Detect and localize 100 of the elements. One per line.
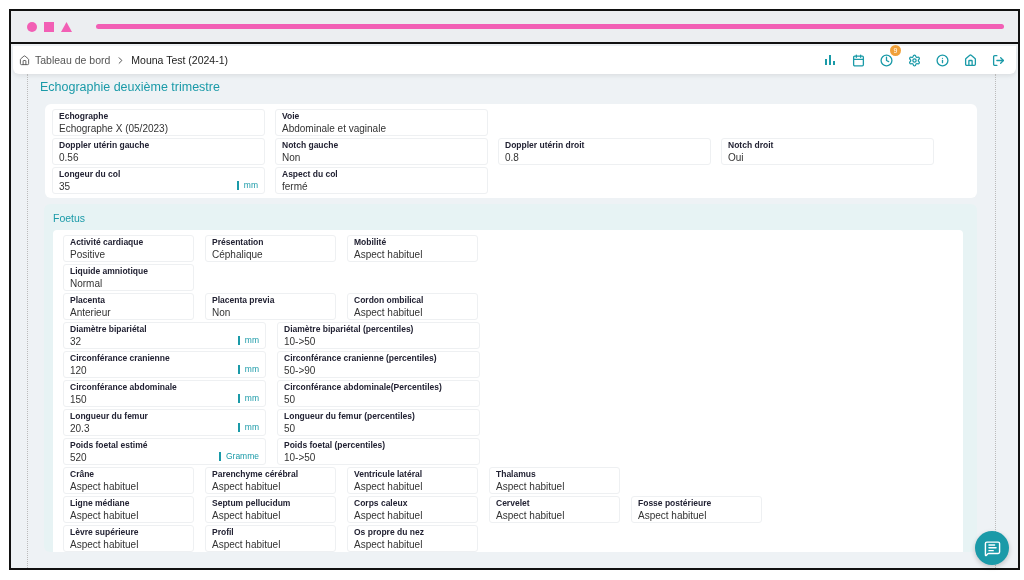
field-label: Cordon ombilical xyxy=(354,295,425,306)
input-field[interactable]: Ventricule latéral Aspect habituel xyxy=(347,467,478,494)
input-field[interactable]: Aspect du col fermé xyxy=(275,167,488,194)
settings-icon xyxy=(907,53,921,67)
field-label: Mobilité xyxy=(354,237,388,248)
input-field[interactable]: Poids foetal estimé 520 Gramme xyxy=(63,438,266,465)
field-value: Aspect habituel xyxy=(212,538,281,551)
field-label: Fosse postérieure xyxy=(638,498,713,509)
toolbar-button[interactable] xyxy=(934,52,950,68)
input-field[interactable]: Doppler utérin gauche 0.56 xyxy=(52,138,265,165)
field-label: Notch droit xyxy=(728,140,775,151)
input-field[interactable]: Longueur du femur 20.3 mm xyxy=(63,409,266,436)
field-value: Aspect habituel xyxy=(212,480,281,493)
field-label: Longeur du col xyxy=(59,169,122,180)
input-field[interactable]: Liquide amniotique Normal xyxy=(63,264,194,291)
input-field[interactable]: Doppler utérin droit 0.8 xyxy=(498,138,711,165)
field-label: Lèvre supérieure xyxy=(70,527,140,538)
field-value: Aspect habituel xyxy=(496,509,565,522)
input-field[interactable]: Voie Abdominale et vaginale xyxy=(275,109,488,136)
field-value: 120 xyxy=(70,364,87,377)
input-field[interactable]: Cervelet Aspect habituel xyxy=(489,496,620,523)
field-value: 50 xyxy=(284,422,296,435)
input-field[interactable]: Longueur du femur (percentiles) 50 xyxy=(277,409,480,436)
field-value: Oui xyxy=(728,151,744,164)
input-field[interactable]: Diamètre bipariétal (percentiles) 10->50 xyxy=(277,322,480,349)
toolbar-button[interactable] xyxy=(878,52,894,68)
field-value: Non xyxy=(282,151,301,164)
input-field[interactable]: Profil Aspect habituel xyxy=(205,525,336,552)
input-field[interactable]: Circonférance abdominale 150 mm xyxy=(63,380,266,407)
field-value: 50->90 xyxy=(284,364,316,377)
field-label: Notch gauche xyxy=(282,140,340,151)
input-field[interactable]: Ligne médiane Aspect habituel xyxy=(63,496,194,523)
circle-icon xyxy=(27,21,37,32)
home-icon xyxy=(19,54,30,66)
home-icon xyxy=(963,53,977,67)
panel-title: Foetus xyxy=(53,212,87,224)
input-field[interactable]: Thalamus Aspect habituel xyxy=(489,467,620,494)
field-value: Normal xyxy=(70,277,103,290)
field-value: 150 xyxy=(70,393,87,406)
field-label: Placenta xyxy=(70,295,106,306)
field-value: Aspect habituel xyxy=(70,509,139,522)
input-field[interactable]: Longeur du col 35 mm xyxy=(52,167,265,194)
field-value: 0.56 xyxy=(59,151,79,164)
field-label: Circonférance cranienne xyxy=(70,353,171,364)
input-field[interactable]: Placenta Anterieur xyxy=(63,293,194,320)
field-value: Aspect habituel xyxy=(354,248,423,261)
input-field[interactable]: Fosse postérieure Aspect habituel xyxy=(631,496,762,523)
toolbar-button[interactable] xyxy=(962,52,978,68)
field-value: Aspect habituel xyxy=(70,538,139,551)
input-field[interactable]: Notch gauche Non xyxy=(275,138,488,165)
field-label: Longueur du femur (percentiles) xyxy=(284,411,416,422)
input-field[interactable]: Cordon ombilical Aspect habituel xyxy=(347,293,478,320)
breadcrumb-link[interactable]: Mouna Test (2024-1) xyxy=(131,54,228,66)
input-field[interactable]: Circonférance cranienne (percentiles) 50->90 xyxy=(277,351,480,378)
input-field[interactable]: Notch droit Oui xyxy=(721,138,934,165)
toolbar-button[interactable] xyxy=(906,52,922,68)
field-label: Placenta previa xyxy=(212,295,276,306)
input-field[interactable]: Circonférance cranienne 120 mm xyxy=(63,351,266,378)
square-icon xyxy=(44,21,54,32)
toolbar-button[interactable] xyxy=(822,52,838,68)
toolbar-button[interactable] xyxy=(990,52,1006,68)
info-icon xyxy=(935,53,949,67)
toolbar-button[interactable] xyxy=(850,52,866,68)
field-label: Os propre du nez xyxy=(354,527,425,538)
unit-label: mm xyxy=(237,365,259,374)
input-field[interactable]: Crâne Aspect habituel xyxy=(63,467,194,494)
field-value: Aspect habituel xyxy=(354,480,423,493)
field-label: Septum pellucidum xyxy=(212,498,292,509)
field-value: Aspect habituel xyxy=(354,538,423,551)
input-field[interactable]: Diamètre bipariétal 32 mm xyxy=(63,322,266,349)
bar-chart-icon xyxy=(824,54,836,66)
field-value: Céphalique xyxy=(212,248,263,261)
input-field[interactable]: Activité cardiaque Positive xyxy=(63,235,194,262)
input-field[interactable]: Echographe Echographe X (05/2023) xyxy=(52,109,265,136)
field-label: Activité cardiaque xyxy=(70,237,145,248)
unit-label: mm xyxy=(236,181,258,190)
field-value: Aspect habituel xyxy=(354,306,423,319)
field-label: Crâne xyxy=(70,469,96,480)
input-field[interactable]: Circonférance abdominale(Percentiles) 50 xyxy=(277,380,480,407)
input-field[interactable]: Présentation Céphalique xyxy=(205,235,336,262)
field-value: 520 xyxy=(70,451,87,464)
input-field[interactable]: Septum pellucidum Aspect habituel xyxy=(205,496,336,523)
input-field[interactable]: Lèvre supérieure Aspect habituel xyxy=(63,525,194,552)
breadcrumb-link[interactable]: Tableau de bord xyxy=(35,54,111,66)
field-label: Doppler utérin gauche xyxy=(59,140,151,151)
field-value: fermé xyxy=(282,180,308,193)
input-field[interactable]: Poids foetal (percentiles) 10->50 xyxy=(277,438,480,465)
field-value: Non xyxy=(212,306,231,319)
input-field[interactable]: Corps caleux Aspect habituel xyxy=(347,496,478,523)
field-label: Poids foetal (percentiles) xyxy=(284,440,387,451)
unit-label: mm xyxy=(237,394,259,403)
field-value: Aspect habituel xyxy=(638,509,707,522)
input-field[interactable]: Placenta previa Non xyxy=(205,293,336,320)
input-field[interactable]: Parenchyme cérébral Aspect habituel xyxy=(205,467,336,494)
field-label: Corps caleux xyxy=(354,498,409,509)
field-label: Thalamus xyxy=(496,469,537,480)
field-value: 35 xyxy=(59,180,71,193)
input-field[interactable]: Mobilité Aspect habituel xyxy=(347,235,478,262)
input-field[interactable]: Os propre du nez Aspect habituel xyxy=(347,525,478,552)
field-label: Circonférance abdominale(Percentiles) xyxy=(284,382,443,393)
